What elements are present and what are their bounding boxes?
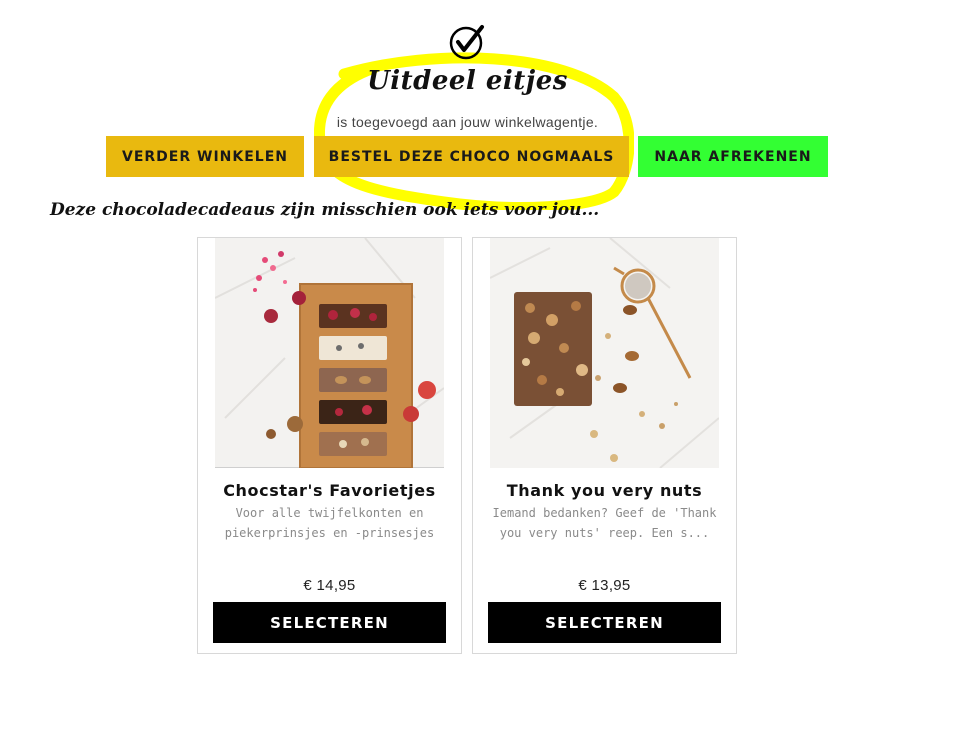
suggestions-heading: Deze chocoladecadeaus zijn misschien ook…	[50, 200, 600, 220]
product-price: € 13,95	[578, 577, 631, 594]
product-price: € 14,95	[303, 577, 356, 594]
product-image[interactable]	[215, 238, 444, 468]
select-button[interactable]: SELECTEREN	[488, 602, 721, 643]
product-card: Thank you very nuts Iemand bedanken? Gee…	[472, 237, 737, 654]
reorder-button[interactable]: BESTEL DEZE CHOCO NOGMAALS	[314, 136, 629, 177]
product-name[interactable]: Thank you very nuts	[473, 481, 736, 500]
product-card: Chocstar's Favorietjes Voor alle twijfel…	[197, 237, 462, 654]
added-to-cart-message: is toegevoegd aan jouw winkelwagentje.	[336, 114, 599, 130]
product-image[interactable]	[490, 238, 719, 468]
checkout-button[interactable]: NAAR AFREKENEN	[638, 136, 828, 177]
product-name: Uitdeel eitjes	[367, 66, 568, 96]
check-circle-icon	[449, 25, 484, 60]
product-description: Voor alle twijfelkonten en piekerprinsje…	[224, 506, 435, 540]
select-button[interactable]: SELECTEREN	[213, 602, 446, 643]
product-description: Iemand bedanken? Geef de 'Thank you very…	[492, 506, 717, 540]
product-name[interactable]: Chocstar's Favorietjes	[198, 481, 461, 500]
continue-shopping-button[interactable]: VERDER WINKELEN	[106, 136, 304, 177]
